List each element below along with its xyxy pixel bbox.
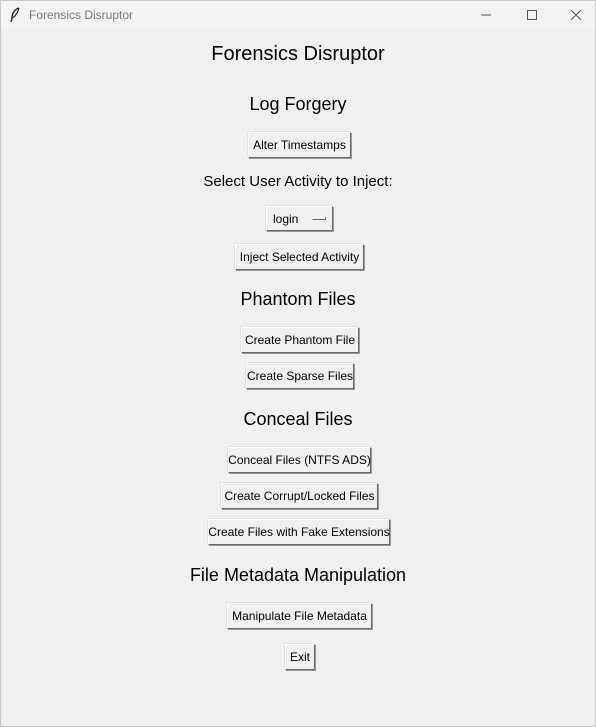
maximize-icon — [527, 10, 537, 20]
conceal-files-heading: Conceal Files — [243, 409, 353, 429]
close-button[interactable] — [553, 1, 596, 29]
window-title: Forensics Disruptor — [29, 8, 134, 22]
create-fake-extensions-button[interactable]: Create Files with Fake Extensions — [208, 519, 390, 545]
option-menu-indicator-icon — [312, 217, 326, 220]
activity-select-value: login — [273, 212, 299, 226]
title-bar[interactable]: Forensics Disruptor — [1, 1, 595, 29]
create-phantom-file-button[interactable]: Create Phantom File — [241, 327, 359, 353]
close-icon — [570, 9, 582, 21]
main-content: Forensics Disruptor Log Forgery Alter Ti… — [1, 29, 595, 726]
metadata-heading: File Metadata Manipulation — [189, 565, 407, 585]
manipulate-metadata-button[interactable]: Manipulate File Metadata — [227, 603, 372, 629]
minimize-icon — [481, 14, 491, 16]
activity-select[interactable]: login — [266, 206, 333, 231]
create-sparse-files-button[interactable]: Create Sparse Files — [246, 363, 354, 389]
inject-activity-button[interactable]: Inject Selected Activity — [235, 244, 364, 270]
page-title: Forensics Disruptor — [211, 43, 385, 65]
select-activity-label: Select User Activity to Inject: — [203, 173, 393, 190]
conceal-files-ads-button[interactable]: Conceal Files (NTFS ADS) — [228, 447, 371, 473]
minimize-button[interactable] — [463, 1, 509, 29]
app-window: Forensics Disruptor Forensics Disruptor … — [0, 0, 596, 727]
maximize-button[interactable] — [509, 1, 555, 29]
alter-timestamps-button[interactable]: Alter Timestamps — [248, 132, 351, 158]
feather-icon — [10, 7, 20, 23]
exit-button[interactable]: Exit — [285, 644, 315, 670]
phantom-files-heading: Phantom Files — [240, 289, 356, 309]
log-forgery-heading: Log Forgery — [249, 94, 347, 114]
create-corrupt-locked-button[interactable]: Create Corrupt/Locked Files — [221, 483, 378, 509]
